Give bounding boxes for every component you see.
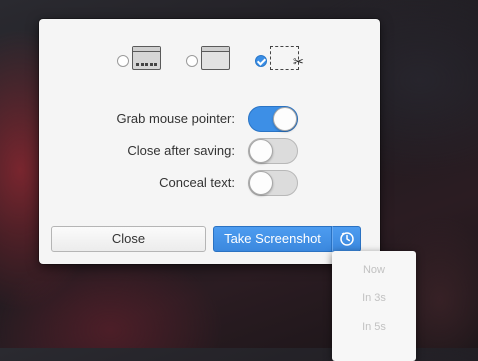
delay-option-5s[interactable]: In 5s <box>332 321 416 333</box>
grab-pointer-switch[interactable] <box>248 106 298 132</box>
take-screenshot-button[interactable]: Take Screenshot <box>213 226 332 252</box>
window-icon <box>201 46 230 70</box>
timer-icon <box>340 232 354 246</box>
close-after-saving-label: Close after saving: <box>127 143 235 158</box>
switch-knob <box>249 171 273 195</box>
close-after-saving-switch[interactable] <box>248 138 298 164</box>
radio-current-window[interactable] <box>186 55 198 67</box>
screen-icon <box>132 46 161 70</box>
conceal-text-switch[interactable] <box>248 170 298 196</box>
delay-menu-button[interactable] <box>332 226 361 252</box>
close-button[interactable]: Close <box>51 226 206 252</box>
grab-pointer-label: Grab mouse pointer: <box>116 111 235 126</box>
delay-option-now[interactable]: Now <box>332 264 416 276</box>
radio-whole-screen[interactable] <box>117 55 129 67</box>
delay-menu: Now In 3s In 5s <box>332 251 416 361</box>
switch-knob <box>273 107 297 131</box>
mode-current-window[interactable] <box>186 46 232 76</box>
selection-scissors-icon: ✂ <box>270 46 304 70</box>
radio-select-area[interactable] <box>255 55 267 67</box>
mode-select-area[interactable]: ✂ <box>255 46 304 76</box>
screenshot-dialog: ✂ Grab mouse pointer: Close after saving… <box>39 19 380 264</box>
delay-option-3s[interactable]: In 3s <box>332 292 416 304</box>
mode-whole-screen[interactable] <box>117 46 163 76</box>
switch-knob <box>249 139 273 163</box>
conceal-text-label: Conceal text: <box>159 175 235 190</box>
